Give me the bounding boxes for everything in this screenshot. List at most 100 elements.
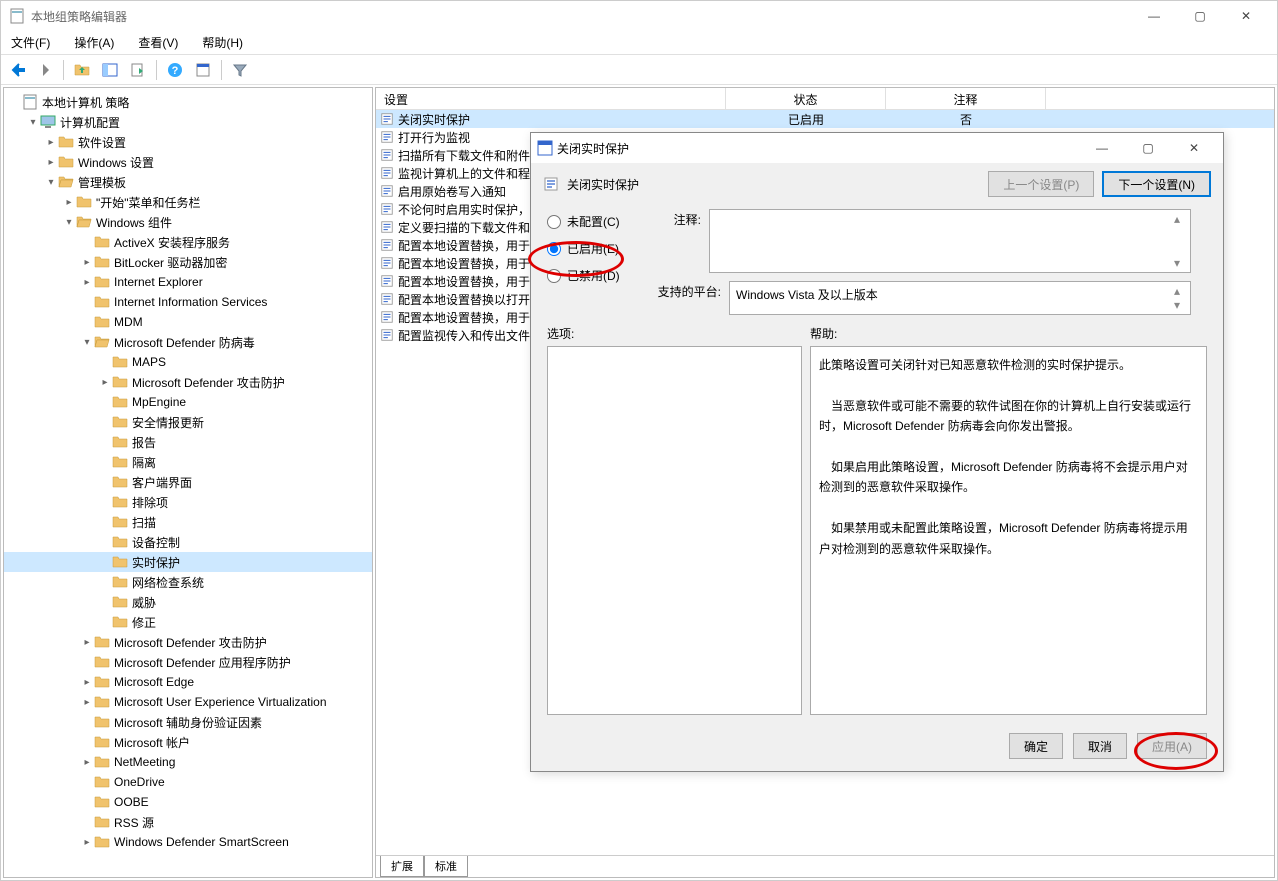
tree-node-software_settings[interactable]: ▸软件设置 [4,132,372,152]
svg-text:?: ? [172,65,179,77]
tree-node-defender_atk2[interactable]: ▸Microsoft Defender 攻击防护 [4,632,372,652]
setting-icon [380,148,394,162]
tree-node-client_ui[interactable]: 客户端界面 [4,472,372,492]
tree-node-scan[interactable]: 扫描 [4,512,372,532]
forward-button[interactable] [33,58,57,82]
back-button[interactable] [5,58,29,82]
expand-icon[interactable]: ▸ [44,157,58,168]
tree-node-threat[interactable]: 威胁 [4,592,372,612]
tree-node-rss[interactable]: RSS 源 [4,812,372,832]
menu-action[interactable]: 操作(A) [70,32,118,53]
tree-node-muev[interactable]: ▸Microsoft User Experience Virtualizatio… [4,692,372,712]
folder-icon [112,434,128,450]
expand-icon[interactable]: ▸ [80,697,94,708]
comment-textarea[interactable]: ▴▾ [709,209,1191,273]
tree-node-windows_components[interactable]: ▾Windows 组件 [4,212,372,232]
tree-node-defender_atk[interactable]: ▸Microsoft Defender 攻击防护 [4,372,372,392]
tree-node-quarantine[interactable]: 隔离 [4,452,372,472]
dialog-minimize-button[interactable]: — [1079,133,1125,163]
expand-icon[interactable]: ▸ [98,377,112,388]
tree-node-maps[interactable]: MAPS [4,352,372,372]
up-button[interactable] [70,58,94,82]
expand-icon[interactable]: ▸ [80,677,94,688]
show-hide-tree-button[interactable] [98,58,122,82]
nav-tree[interactable]: 本地计算机 策略▾计算机配置▸软件设置▸Windows 设置▾管理模板▸"开始"… [3,87,373,878]
collapse-icon[interactable]: ▾ [44,177,58,188]
maximize-button[interactable]: ▢ [1177,1,1223,31]
tree-node-defender_av[interactable]: ▾Microsoft Defender 防病毒 [4,332,372,352]
tree-node-activex[interactable]: ActiveX 安装程序服务 [4,232,372,252]
tree-node-smartscreen[interactable]: ▸Windows Defender SmartScreen [4,832,372,852]
properties-button[interactable] [191,58,215,82]
list-row[interactable]: 关闭实时保护已启用否 [376,110,1274,128]
help-text[interactable]: 此策略设置可关闭针对已知恶意软件检测的实时保护提示。 当恶意软件或可能不需要的软… [810,346,1207,715]
header-setting[interactable]: 设置 [376,88,726,109]
tree-node-mdm[interactable]: MDM [4,312,372,332]
expand-icon[interactable]: ▸ [80,637,94,648]
tree-node-mpengine[interactable]: MpEngine [4,392,372,412]
tree-node-root[interactable]: 本地计算机 策略 [4,92,372,112]
tree-node-report[interactable]: 报告 [4,432,372,452]
expand-icon[interactable]: ▸ [80,277,94,288]
collapse-icon[interactable]: ▾ [26,117,40,128]
radio-disabled[interactable]: 已禁用(D) [547,267,625,284]
expand-icon[interactable]: ▸ [80,837,94,848]
folder-icon [112,454,128,470]
tree-node-device_control[interactable]: 设备控制 [4,532,372,552]
tree-node-mfa[interactable]: Microsoft 辅助身份验证因素 [4,712,372,732]
export-button[interactable] [126,58,150,82]
next-setting-button[interactable]: 下一个设置(N) [1102,171,1211,197]
tree-node-onedrive[interactable]: OneDrive [4,772,372,792]
radio-unconfigured[interactable]: 未配置(C) [547,213,625,230]
tree-node-sec_intel[interactable]: 安全情报更新 [4,412,372,432]
minimize-button[interactable]: — [1131,1,1177,31]
ok-button[interactable]: 确定 [1009,733,1063,759]
tree-node-edge[interactable]: ▸Microsoft Edge [4,672,372,692]
tree-node-iis[interactable]: Internet Information Services [4,292,372,312]
tree-node-computer_config[interactable]: ▾计算机配置 [4,112,372,132]
folder-icon [94,834,110,850]
collapse-icon[interactable]: ▾ [62,217,76,228]
menu-file[interactable]: 文件(F) [7,32,54,53]
close-button[interactable]: ✕ [1223,1,1269,31]
tab-extended[interactable]: 扩展 [380,856,424,877]
cancel-button[interactable]: 取消 [1073,733,1127,759]
expand-icon[interactable]: ▸ [80,757,94,768]
radio-enabled[interactable]: 已启用(E) [547,240,625,257]
dialog-titlebar[interactable]: 关闭实时保护 — ▢ ✕ [531,133,1223,163]
tree-node-fix[interactable]: 修正 [4,612,372,632]
dialog-maximize-button[interactable]: ▢ [1125,133,1171,163]
tree-node-windows_settings[interactable]: ▸Windows 设置 [4,152,372,172]
expand-icon[interactable]: ▸ [80,257,94,268]
menu-help[interactable]: 帮助(H) [198,32,247,53]
view-tabs: 扩展 标准 [376,855,1274,877]
scroll-up-icon[interactable]: ▴ [1174,212,1188,226]
header-state[interactable]: 状态 [726,88,886,109]
expand-icon[interactable]: ▸ [44,137,58,148]
collapse-icon[interactable]: ▾ [80,337,94,348]
scroll-up-icon[interactable]: ▴ [1174,284,1188,298]
scroll-down-icon[interactable]: ▾ [1174,298,1188,312]
tree-node-netinspect[interactable]: 网络检查系统 [4,572,372,592]
header-comment[interactable]: 注释 [886,88,1046,109]
tree-node-ms_account[interactable]: Microsoft 帐户 [4,732,372,752]
tree-node-exclusions[interactable]: 排除项 [4,492,372,512]
apply-button[interactable]: 应用(A) [1137,733,1207,759]
menu-view[interactable]: 查看(V) [134,32,182,53]
tree-node-admin_templates[interactable]: ▾管理模板 [4,172,372,192]
tree-node-netmeeting[interactable]: ▸NetMeeting [4,752,372,772]
tree-node-realtime[interactable]: 实时保护 [4,552,372,572]
filter-button[interactable] [228,58,252,82]
tree-node-oobe[interactable]: OOBE [4,792,372,812]
tree-node-defender_app[interactable]: Microsoft Defender 应用程序防护 [4,652,372,672]
tree-node-ie[interactable]: ▸Internet Explorer [4,272,372,292]
help-button[interactable]: ? [163,58,187,82]
expand-icon[interactable]: ▸ [62,197,76,208]
tree-node-bitlocker[interactable]: ▸BitLocker 驱动器加密 [4,252,372,272]
folder-icon [58,174,74,190]
prev-setting-button[interactable]: 上一个设置(P) [988,171,1094,197]
dialog-close-button[interactable]: ✕ [1171,133,1217,163]
tree-node-start_taskbar[interactable]: ▸"开始"菜单和任务栏 [4,192,372,212]
tab-standard[interactable]: 标准 [424,856,468,877]
scroll-down-icon[interactable]: ▾ [1174,256,1188,270]
